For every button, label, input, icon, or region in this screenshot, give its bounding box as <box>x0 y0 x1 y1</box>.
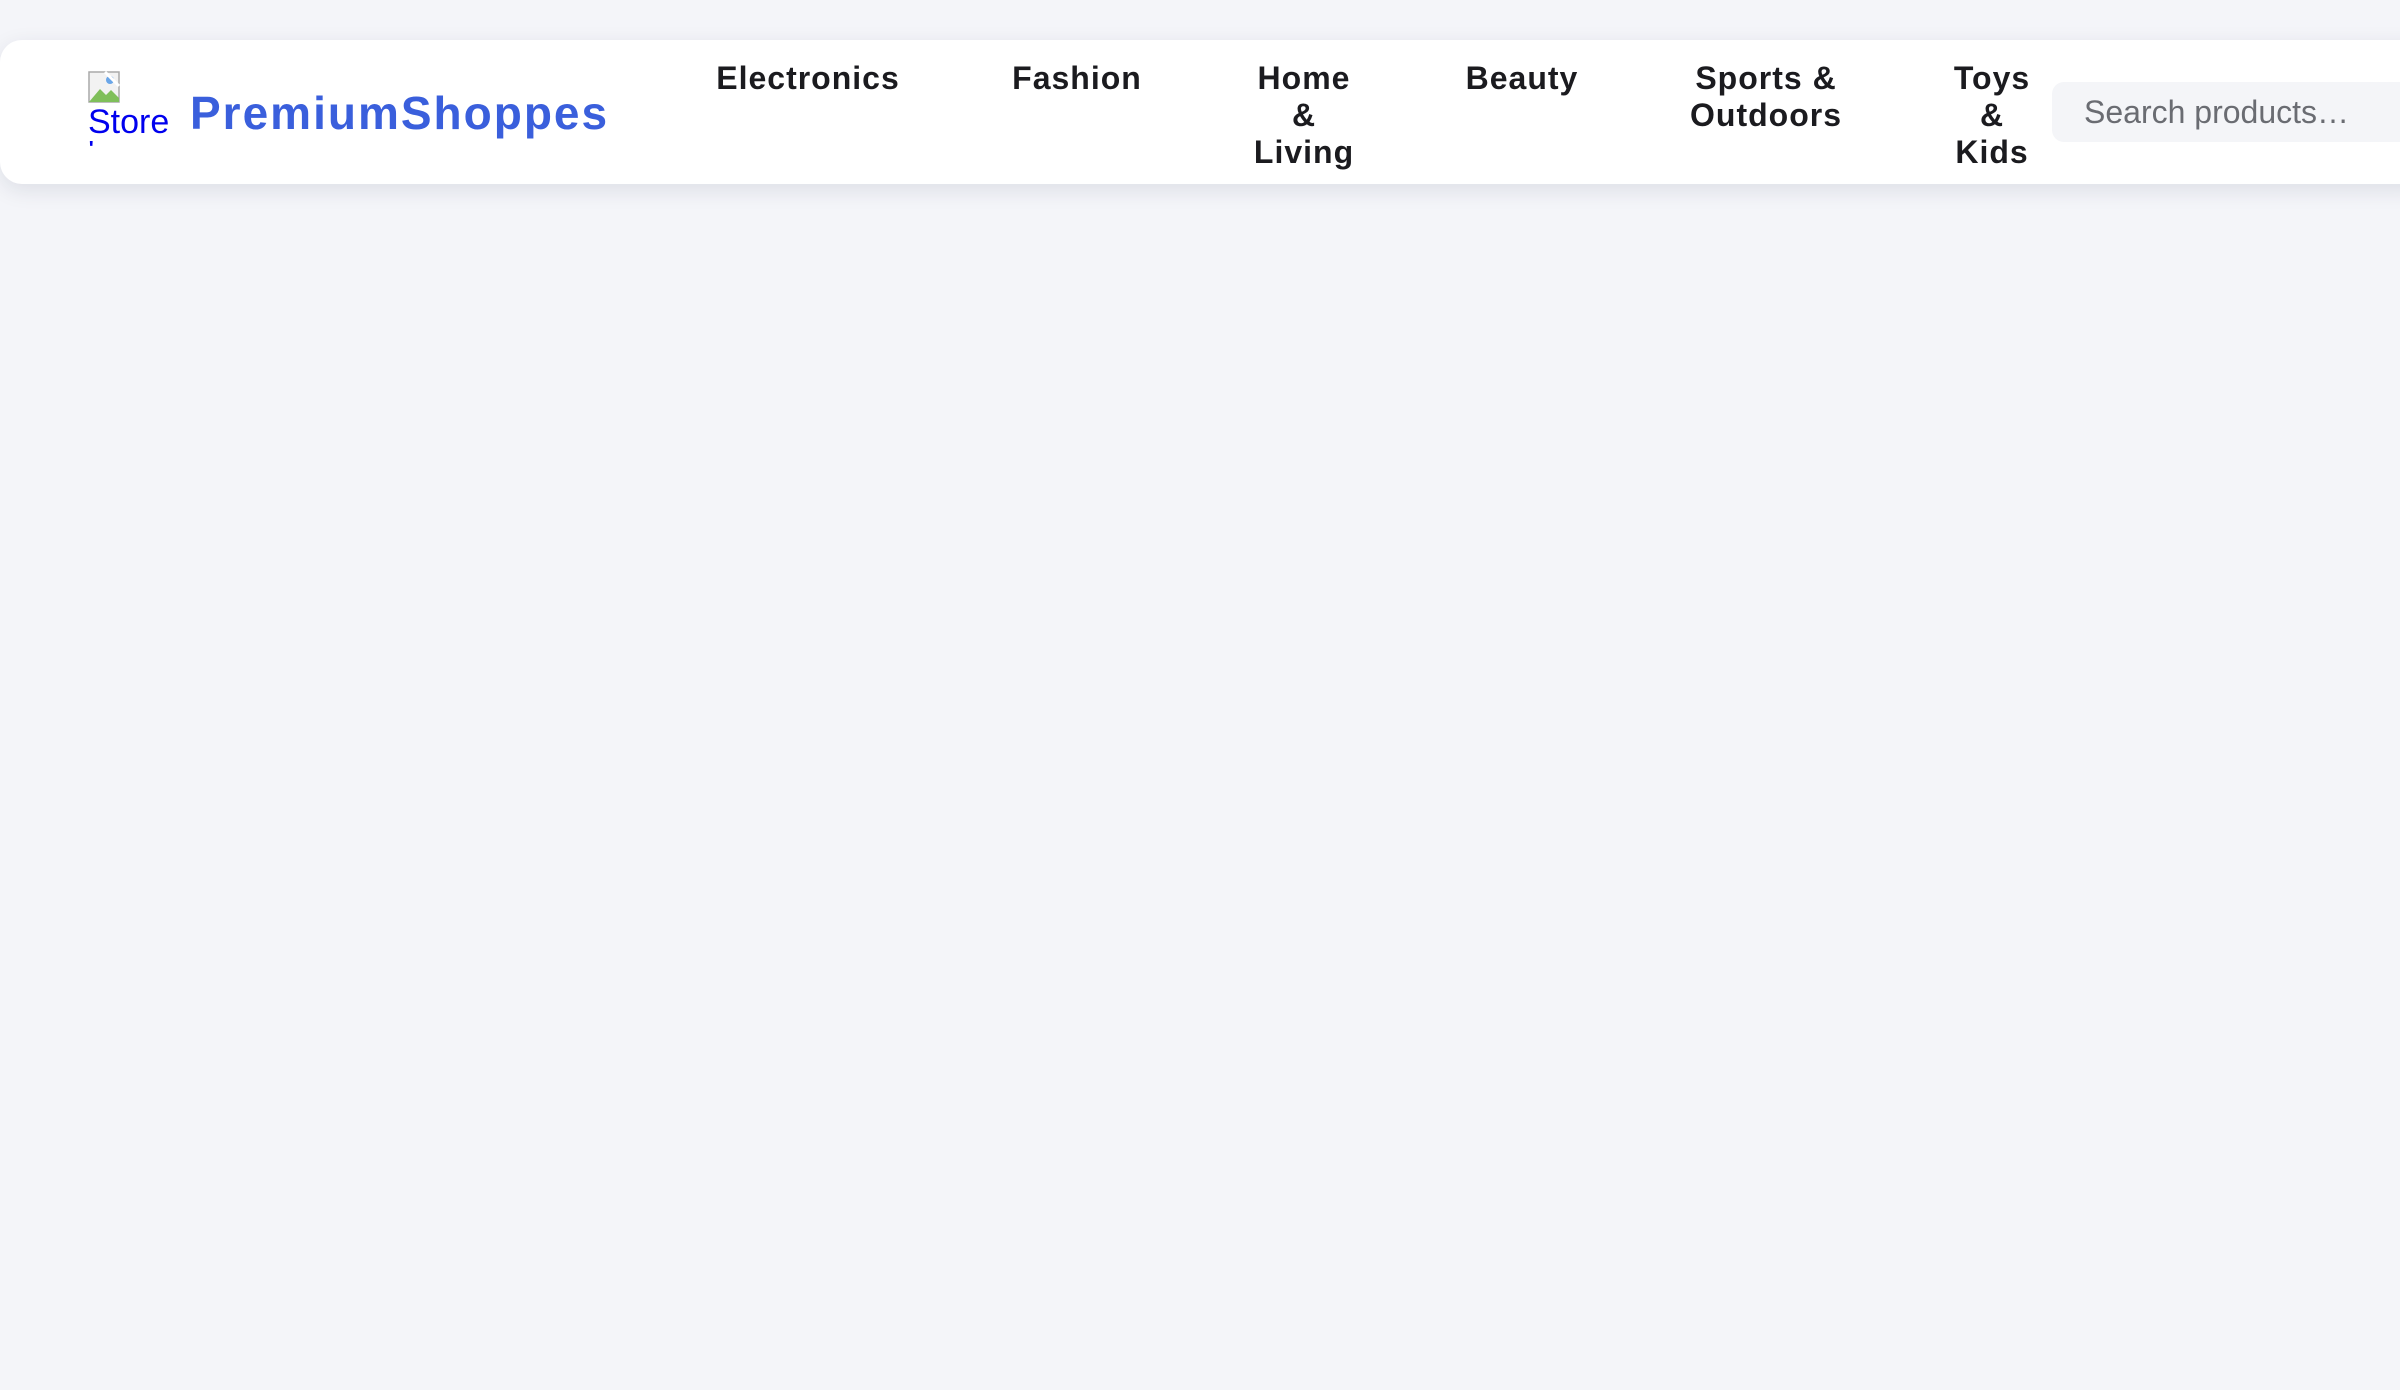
search-input[interactable] <box>2052 82 2400 142</box>
store-logo-link[interactable]: Store ' <box>88 71 168 195</box>
brand-name[interactable]: PremiumShoppes <box>190 85 609 141</box>
nav-item-home-living[interactable]: Home & Living <box>1242 60 1366 171</box>
logo-alt-text-overflow: ' <box>88 141 95 161</box>
nav-item-electronics[interactable]: Electronics <box>706 60 910 97</box>
nav-item-sports-outdoors[interactable]: Sports & Outdoors <box>1680 60 1852 134</box>
logo-alt-text: Store <box>88 103 168 141</box>
search-box <box>2052 82 2400 142</box>
nav-item-toys-kids[interactable]: Toys & Kids <box>1943 60 2041 171</box>
nav-item-fashion[interactable]: Fashion <box>1003 60 1151 97</box>
nav-item-beauty[interactable]: Beauty <box>1456 60 1588 97</box>
site-header: Store ' PremiumShoppes Electronics Fashi… <box>0 40 2400 184</box>
broken-image-icon <box>88 71 120 103</box>
